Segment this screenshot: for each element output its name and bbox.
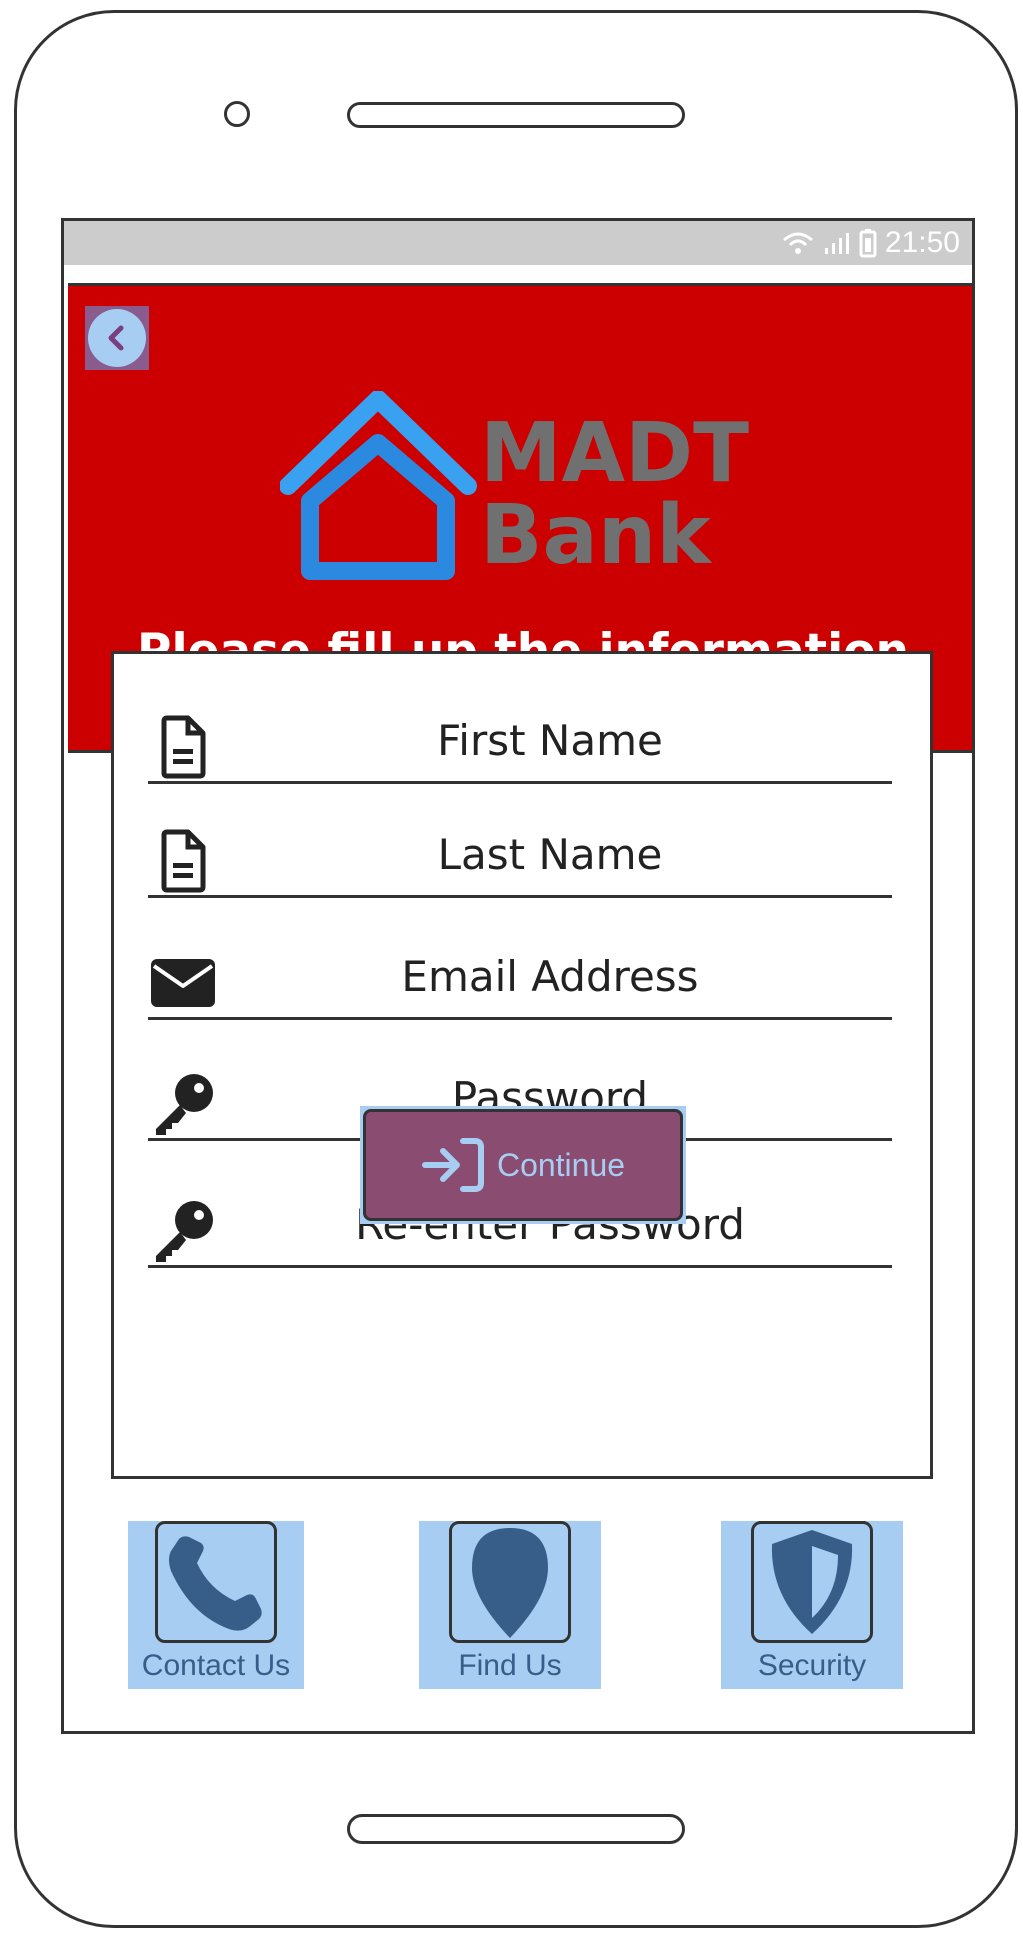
email-field[interactable]: Email Address <box>148 934 892 1020</box>
contact-us-label: Contact Us <box>141 1649 291 1682</box>
last-name-field[interactable]: Last Name <box>148 812 892 898</box>
speaker <box>347 102 685 128</box>
wifi-icon <box>782 232 813 254</box>
shield-icon <box>771 1530 853 1634</box>
status-bar: 21:50 <box>64 221 972 265</box>
logo-line-bank: Bank <box>480 488 711 583</box>
security-label: Security <box>757 1649 867 1682</box>
find-us-label: Find Us <box>458 1649 562 1682</box>
map-pin-icon <box>472 1528 548 1638</box>
home-button[interactable] <box>347 1814 685 1844</box>
screen: 21:50 MADT Bank Please fill up the infor… <box>61 218 975 1734</box>
chevron-left-icon <box>108 325 124 351</box>
sign-in-icon <box>421 1138 484 1192</box>
signal-icon <box>824 233 849 254</box>
find-us-button[interactable]: Find Us <box>419 1521 601 1689</box>
email-label: Email Address <box>401 952 699 1001</box>
continue-button[interactable]: Continue <box>360 1106 686 1224</box>
bank-logo: MADT Bank <box>280 391 780 591</box>
back-button[interactable] <box>85 306 149 370</box>
first-name-label: First Name <box>437 716 663 765</box>
phone-icon <box>169 1536 262 1631</box>
security-button[interactable]: Security <box>721 1521 903 1689</box>
continue-label: Continue <box>496 1146 626 1183</box>
contact-us-button[interactable]: Contact Us <box>128 1521 304 1689</box>
first-name-field[interactable]: First Name <box>148 698 892 784</box>
camera <box>224 101 250 127</box>
battery-icon <box>859 229 877 258</box>
logo-line-madt: MADT <box>480 406 750 501</box>
last-name-label: Last Name <box>437 830 663 879</box>
registration-form: First Name Last Name Email Address Passw… <box>111 651 933 1479</box>
status-time: 21:50 <box>884 226 960 259</box>
house-logo-icon <box>280 391 477 580</box>
